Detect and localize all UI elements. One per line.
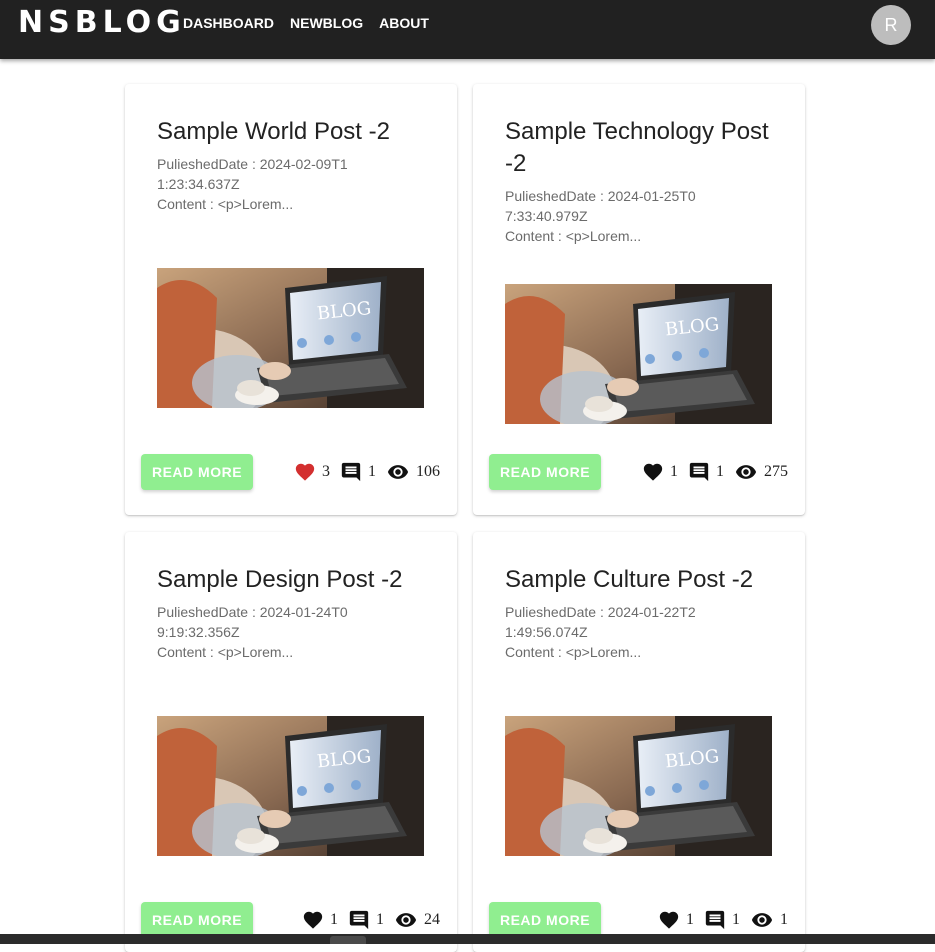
nav-dashboard[interactable]: DASHBOARD: [183, 15, 274, 31]
scroll-thumb[interactable]: [330, 936, 366, 944]
window-bottom-strip: [0, 934, 935, 944]
read-more-button[interactable]: READ MORE: [489, 902, 601, 938]
post-excerpt: Content : <p>Lorem...: [505, 228, 642, 244]
post-excerpt: Content : <p>Lorem...: [505, 644, 642, 660]
post-excerpt: Content : <p>Lorem...: [157, 644, 294, 660]
views-eye-icon: [394, 909, 418, 931]
post-stats: 1 1 275: [642, 460, 788, 484]
like-count: 3: [322, 463, 330, 480]
post-excerpt: Content : <p>Lorem...: [157, 196, 294, 212]
post-image: BLOG: [505, 716, 772, 856]
like-count: 1: [330, 911, 338, 928]
views-eye-icon: [734, 461, 758, 483]
brand-logo[interactable]: NSBLOG: [18, 5, 186, 41]
like-heart-icon[interactable]: [642, 461, 664, 483]
post-card: Sample Technology Post -2 PulieshedDate …: [473, 84, 805, 515]
post-stats: 1 1 1: [658, 908, 788, 932]
post-title[interactable]: Sample Technology Post -2: [505, 116, 785, 180]
post-stats: 3 1 106: [294, 460, 440, 484]
post-date: PulieshedDate : 2024-01-24T09:19:32.356Z: [157, 604, 348, 640]
like-heart-icon[interactable]: [658, 909, 680, 931]
post-title[interactable]: Sample Culture Post -2: [505, 564, 785, 596]
app-bar: NSBLOG DASHBOARD NEWBLOG ABOUT R: [0, 0, 935, 59]
post-title[interactable]: Sample World Post -2: [157, 116, 437, 148]
comment-count: 1: [368, 463, 376, 480]
post-title[interactable]: Sample Design Post -2: [157, 564, 437, 596]
post-image: BLOG: [505, 284, 772, 424]
views-eye-icon: [750, 909, 774, 931]
comment-icon[interactable]: [348, 909, 370, 931]
like-heart-icon[interactable]: [294, 461, 316, 483]
comment-count: 1: [376, 911, 384, 928]
view-count: 1: [780, 911, 788, 928]
comment-icon[interactable]: [704, 909, 726, 931]
view-count: 24: [424, 911, 440, 928]
like-heart-icon[interactable]: [302, 909, 324, 931]
main-nav: DASHBOARD NEWBLOG ABOUT: [183, 15, 429, 31]
read-more-button[interactable]: READ MORE: [489, 454, 601, 490]
nav-newblog[interactable]: NEWBLOG: [290, 15, 363, 31]
comment-icon[interactable]: [688, 461, 710, 483]
post-date: PulieshedDate : 2024-01-22T21:49:56.074Z: [505, 604, 696, 640]
user-avatar[interactable]: R: [871, 5, 911, 45]
post-image: BLOG: [157, 268, 424, 408]
view-count: 106: [416, 463, 440, 480]
read-more-button[interactable]: READ MORE: [141, 454, 253, 490]
post-card: Sample Culture Post -2 PulieshedDate : 2…: [473, 532, 805, 952]
like-count: 1: [686, 911, 694, 928]
post-date: PulieshedDate : 2024-02-09T11:23:34.637Z: [157, 156, 348, 192]
comment-count: 1: [732, 911, 740, 928]
post-stats: 1 1 24: [302, 908, 440, 932]
post-card: Sample World Post -2 PulieshedDate : 202…: [125, 84, 457, 515]
post-image: BLOG: [157, 716, 424, 856]
views-eye-icon: [386, 461, 410, 483]
post-date: PulieshedDate : 2024-01-25T07:33:40.979Z: [505, 188, 696, 224]
comment-icon[interactable]: [340, 461, 362, 483]
like-count: 1: [670, 463, 678, 480]
nav-about[interactable]: ABOUT: [379, 15, 429, 31]
comment-count: 1: [716, 463, 724, 480]
view-count: 275: [764, 463, 788, 480]
post-card: Sample Design Post -2 PulieshedDate : 20…: [125, 532, 457, 952]
read-more-button[interactable]: READ MORE: [141, 902, 253, 938]
